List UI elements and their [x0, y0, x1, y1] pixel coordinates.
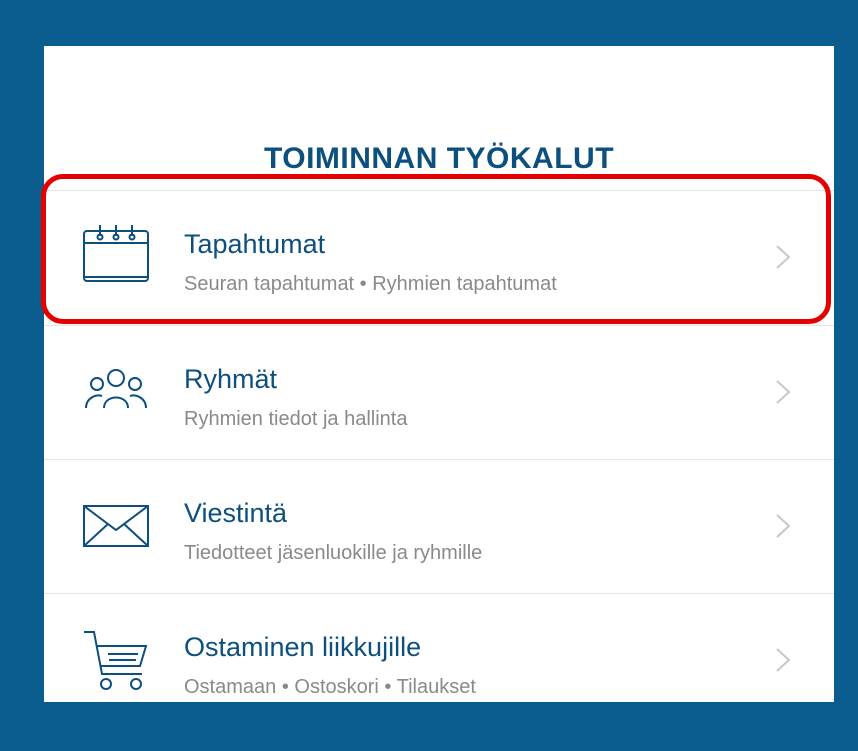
tools-menu: Tapahtumat Seuran tapahtumat • Ryhmien t… [44, 190, 834, 727]
envelope-icon [80, 490, 152, 562]
menu-item-viestinta[interactable]: Viestintä Tiedotteet jäsenluokille ja ry… [44, 459, 834, 593]
chevron-right-icon [774, 512, 792, 540]
menu-item-label: Tapahtumat [184, 229, 326, 259]
menu-item-label: Ostaminen liikkujille [184, 632, 422, 662]
chevron-right-icon [774, 378, 792, 406]
menu-item-tapahtumat[interactable]: Tapahtumat Seuran tapahtumat • Ryhmien t… [44, 190, 834, 325]
menu-item-ryhmat[interactable]: Ryhmät Ryhmien tiedot ja hallinta [44, 325, 834, 459]
menu-item-description: Ryhmien tiedot ja hallinta [184, 408, 408, 430]
menu-item-label: Ryhmät [184, 364, 278, 394]
panel-title: TOIMINNAN TYÖKALUT [263, 142, 615, 175]
menu-item-description: Ostamaan • Ostoskori • Tilaukset [184, 676, 476, 698]
tools-panel: TOIMINNAN TYÖKALUT Tapahtumat Seuran tap… [44, 46, 834, 702]
shopping-cart-icon [80, 624, 152, 696]
menu-item-description: Tiedotteet jäsenluokille ja ryhmille [184, 542, 483, 564]
calendar-icon [80, 221, 152, 293]
group-icon [80, 356, 152, 428]
chevron-right-icon [774, 646, 792, 674]
menu-item-label: Viestintä [184, 498, 288, 528]
menu-item-description: Seuran tapahtumat • Ryhmien tapahtumat [184, 273, 557, 295]
chevron-right-icon [774, 243, 792, 271]
menu-item-ostaminen[interactable]: Ostaminen liikkujille Ostamaan • Ostosko… [44, 593, 834, 727]
